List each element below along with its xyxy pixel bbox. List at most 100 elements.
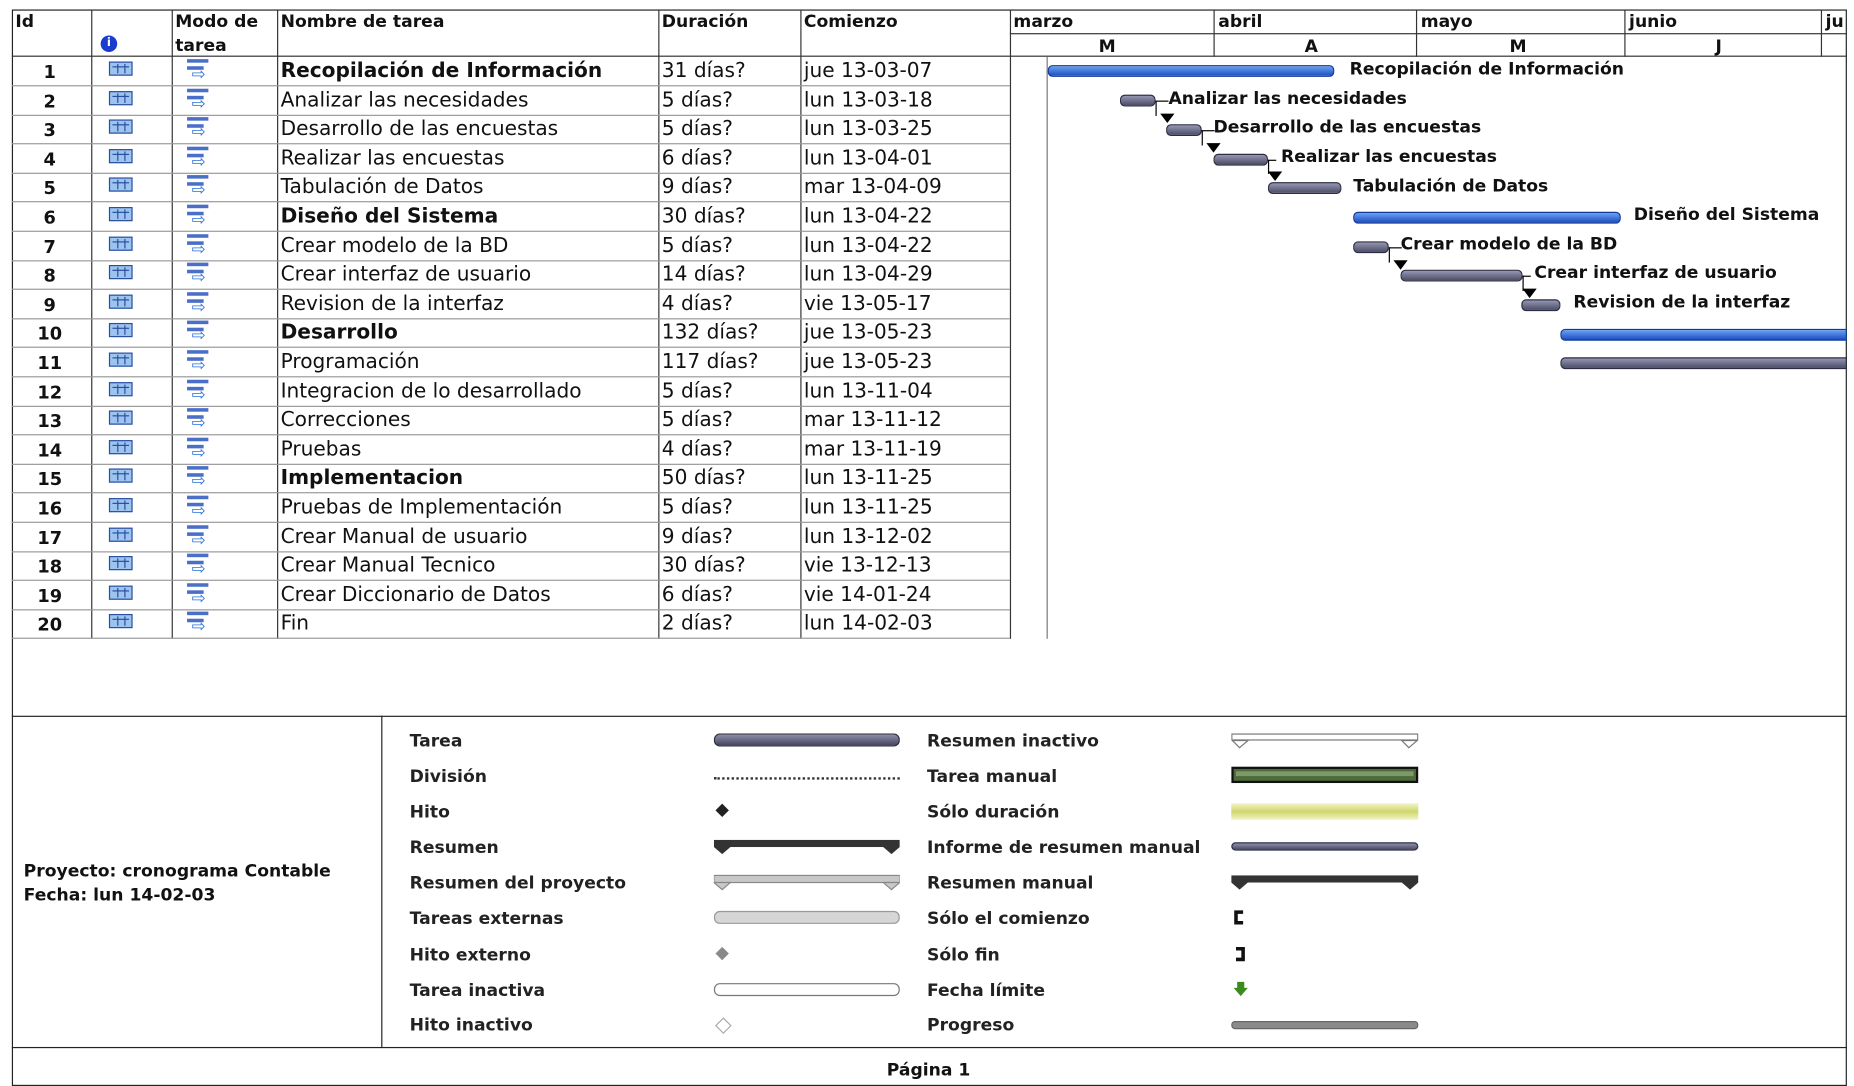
task-mode-icon[interactable]: ⇨ xyxy=(187,377,218,403)
summary-bar[interactable] xyxy=(1560,328,1847,341)
summary-bar[interactable] xyxy=(1047,65,1335,77)
task-duration[interactable]: 2 días? xyxy=(662,612,733,636)
table-row[interactable]: 1 ⇨ Recopilación de Información 31 días? jue… xyxy=(11,57,1010,87)
task-mode-icon[interactable]: ⇨ xyxy=(187,319,218,345)
table-row[interactable]: 6 ⇨ Diseño del Sistema 30 días? lun 13-04-22 xyxy=(11,202,1010,232)
task-duration[interactable]: 4 días? xyxy=(662,437,733,461)
task-mode-icon[interactable]: ⇨ xyxy=(187,260,218,287)
table-row[interactable]: 11 ⇨ Programación 117 días? jue 13-05-23 xyxy=(11,348,1010,378)
task-start[interactable]: vie 13-12-13 xyxy=(804,554,932,578)
table-row[interactable]: 2 ⇨ Analizar las necesidades 5 días? lun 13-… xyxy=(11,86,1010,116)
task-mode-icon[interactable]: ⇨ xyxy=(187,86,218,112)
task-start[interactable]: lun 13-12-02 xyxy=(804,525,933,549)
task-start[interactable]: vie 13-05-17 xyxy=(804,292,932,316)
task-duration[interactable]: 6 días? xyxy=(662,583,733,607)
table-row[interactable]: 5 ⇨ Tabulación de Datos 9 días? mar 13-04-09 xyxy=(11,173,1010,203)
table-row[interactable]: 8 ⇨ Crear interfaz de usuario 14 días? lun 1… xyxy=(11,260,1010,291)
task-start[interactable]: lun 13-04-22 xyxy=(804,205,933,229)
col-header-name[interactable]: Nombre de tarea xyxy=(281,13,445,32)
table-row[interactable]: 10 ⇨ Desarrollo 132 días? jue 13-05-23 xyxy=(11,319,1010,349)
task-name[interactable]: Recopilación de Información xyxy=(281,59,603,83)
task-name[interactable]: Pruebas xyxy=(281,437,362,461)
task-name[interactable]: Pruebas de Implementación xyxy=(281,496,563,520)
summary-bar[interactable] xyxy=(1353,211,1621,224)
task-start[interactable]: mar 13-11-19 xyxy=(804,437,942,461)
task-name[interactable]: Crear Manual Tecnico xyxy=(281,554,496,578)
task-start[interactable]: jue 13-05-23 xyxy=(804,321,932,345)
task-start[interactable]: jue 13-05-23 xyxy=(804,350,932,374)
task-name[interactable]: Implementacion xyxy=(281,467,464,491)
table-row[interactable]: 20 ⇨ Fin 2 días? lun 14-02-03 xyxy=(11,610,1010,640)
table-row[interactable]: 14 ⇨ Pruebas 4 días? mar 13-11-19 xyxy=(11,435,1010,465)
table-row[interactable]: 19 ⇨ Crear Diccionario de Datos 6 días? vie … xyxy=(11,581,1010,611)
task-duration[interactable]: 5 días? xyxy=(662,117,733,141)
task-bar[interactable] xyxy=(1400,269,1523,282)
table-row[interactable]: 15 ⇨ Implementacion 50 días? lun 13-11-25 xyxy=(11,464,1010,494)
task-mode-icon[interactable]: ⇨ xyxy=(187,173,218,199)
task-mode-icon[interactable]: ⇨ xyxy=(187,464,218,490)
task-mode-icon[interactable]: ⇨ xyxy=(187,406,218,432)
task-name[interactable]: Crear Diccionario de Datos xyxy=(281,583,551,607)
task-duration[interactable]: 4 días? xyxy=(662,292,733,316)
table-row[interactable]: 12 ⇨ Integracion de lo desarrollado 5 días?… xyxy=(11,377,1010,407)
task-start[interactable]: lun 14-02-03 xyxy=(804,612,933,636)
task-start[interactable]: lun 13-11-25 xyxy=(804,496,933,520)
task-name[interactable]: Integracion de lo desarrollado xyxy=(281,379,582,403)
task-name[interactable]: Fin xyxy=(281,612,309,636)
task-start[interactable]: jue 13-03-07 xyxy=(804,59,932,83)
task-start[interactable]: mar 13-04-09 xyxy=(804,176,942,200)
task-start[interactable]: lun 13-11-25 xyxy=(804,467,933,491)
table-row[interactable]: 7 ⇨ Crear modelo de la BD 5 días? lun 13-04-… xyxy=(11,231,1010,261)
task-duration[interactable]: 132 días? xyxy=(662,321,759,345)
table-row[interactable]: 9 ⇨ Revision de la interfaz 4 días? vie 13-0… xyxy=(11,290,1010,320)
task-start[interactable]: lun 13-11-04 xyxy=(804,379,933,403)
task-start[interactable]: mar 13-11-12 xyxy=(804,408,942,432)
task-mode-icon[interactable]: ⇨ xyxy=(187,348,218,374)
task-name[interactable]: Analizar las necesidades xyxy=(281,88,529,112)
table-row[interactable]: 17 ⇨ Crear Manual de usuario 9 días? lun 13-… xyxy=(11,522,1010,552)
task-name[interactable]: Tabulación de Datos xyxy=(281,176,484,200)
task-duration[interactable]: 30 días? xyxy=(662,554,746,578)
task-mode-icon[interactable]: ⇨ xyxy=(187,522,218,548)
task-mode-icon[interactable]: ⇨ xyxy=(187,231,218,257)
col-header-duration[interactable]: Duración xyxy=(662,13,749,32)
task-mode-icon[interactable]: ⇨ xyxy=(187,115,218,141)
task-duration[interactable]: 5 días? xyxy=(662,234,733,258)
task-duration[interactable]: 14 días? xyxy=(662,263,746,287)
task-mode-icon[interactable]: ⇨ xyxy=(187,57,218,83)
task-start[interactable]: lun 13-03-25 xyxy=(804,117,933,141)
task-duration[interactable]: 5 días? xyxy=(662,496,733,520)
info-icon[interactable]: i xyxy=(100,35,118,53)
table-row[interactable]: 16 ⇨ Pruebas de Implementación 5 días? lun 1… xyxy=(11,493,1010,523)
task-duration[interactable]: 5 días? xyxy=(662,408,733,432)
task-mode-icon[interactable]: ⇨ xyxy=(187,435,218,461)
task-duration[interactable]: 5 días? xyxy=(662,379,733,403)
table-row[interactable]: 13 ⇨ Correcciones 5 días? mar 13-11-12 xyxy=(11,406,1010,436)
task-start[interactable]: lun 13-03-18 xyxy=(804,88,933,112)
col-header-id[interactable]: Id xyxy=(15,13,34,32)
task-start[interactable]: lun 13-04-01 xyxy=(804,146,933,170)
col-header-mode-2[interactable]: tarea xyxy=(175,37,227,56)
task-mode-icon[interactable]: ⇨ xyxy=(187,493,218,519)
task-duration[interactable]: 31 días? xyxy=(662,59,746,83)
col-header-start[interactable]: Comienzo xyxy=(804,13,898,32)
task-name[interactable]: Revision de la interfaz xyxy=(281,292,504,316)
task-name[interactable]: Correcciones xyxy=(281,408,411,432)
task-bar[interactable] xyxy=(1166,124,1202,137)
task-mode-icon[interactable]: ⇨ xyxy=(187,202,218,228)
task-name[interactable]: Crear Manual de usuario xyxy=(281,525,528,549)
task-duration[interactable]: 117 días? xyxy=(662,350,759,374)
task-duration[interactable]: 6 días? xyxy=(662,146,733,170)
table-row[interactable]: 3 ⇨ Desarrollo de las encuestas 5 días? lun … xyxy=(11,115,1010,145)
task-name[interactable]: Crear modelo de la BD xyxy=(281,234,509,258)
task-name[interactable]: Diseño del Sistema xyxy=(281,205,499,229)
task-mode-icon[interactable]: ⇨ xyxy=(187,290,218,316)
task-start[interactable]: lun 13-04-22 xyxy=(804,234,933,258)
task-start[interactable]: vie 14-01-24 xyxy=(804,583,932,607)
table-row[interactable]: 4 ⇨ Realizar las encuestas 6 días? lun 13-04… xyxy=(11,144,1010,174)
task-duration[interactable]: 9 días? xyxy=(662,525,733,549)
task-bar[interactable] xyxy=(1119,94,1156,107)
task-bar[interactable] xyxy=(1267,182,1342,195)
task-duration[interactable]: 50 días? xyxy=(662,467,746,491)
task-mode-icon[interactable]: ⇨ xyxy=(187,552,218,578)
